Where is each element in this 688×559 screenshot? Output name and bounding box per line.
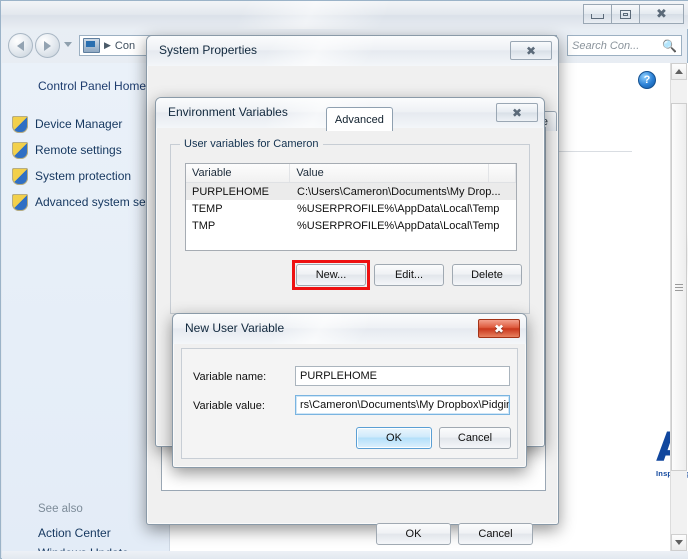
system-properties-title: System Properties <box>159 43 258 57</box>
back-button[interactable] <box>8 33 33 58</box>
scrollbar-grip-icon <box>675 283 683 291</box>
sidebar-item-label: System protection <box>35 169 132 183</box>
table-row[interactable]: PURPLEHOME C:\Users\Cameron\Documents\My… <box>186 183 516 200</box>
minimize-icon <box>591 14 604 19</box>
button-label: Cancel <box>478 528 513 540</box>
variable-name-input[interactable]: PURPLEHOME <box>295 366 510 386</box>
sidebar-item-control-panel-home[interactable]: Control Panel Home <box>38 79 146 93</box>
scroll-up-button[interactable] <box>671 63 687 80</box>
search-placeholder: Search Con... <box>572 39 640 52</box>
list-header-row: Variable Value <box>186 164 516 183</box>
button-label: Cancel <box>457 432 493 444</box>
history-dropdown-icon[interactable] <box>64 42 72 47</box>
variable-value-value: rs\Cameron\Documents\My Dropbox\Pidgin <box>300 399 510 411</box>
search-box[interactable]: Search Con... 🔍 <box>567 35 682 56</box>
cell-variable: TMP <box>192 219 216 232</box>
edit-variable-button[interactable]: Edit... <box>374 264 444 286</box>
breadcrumb-text: Con <box>114 39 136 52</box>
close-icon: ✖ <box>511 105 523 120</box>
environment-variables-close-button[interactable]: ✖ <box>496 103 538 122</box>
minimize-button[interactable] <box>583 4 612 24</box>
shield-icon <box>12 141 28 159</box>
new-user-variable-close-button[interactable]: ✖ <box>478 319 520 338</box>
system-properties-close-button[interactable]: ✖ <box>510 41 552 60</box>
help-icon[interactable]: ? <box>638 71 656 89</box>
new-user-variable-title: New User Variable <box>185 321 285 335</box>
button-label: OK <box>386 432 402 444</box>
button-label: Edit... <box>394 269 424 281</box>
button-label: OK <box>405 528 422 540</box>
new-user-variable-cancel-button[interactable]: Cancel <box>439 427 511 449</box>
new-user-variable-dialog: New User Variable ✖ Variable name: PURPL… <box>172 313 527 468</box>
column-header-spacer <box>489 164 516 182</box>
tab-advanced[interactable]: Advanced <box>325 107 393 131</box>
system-properties-cancel-button[interactable]: Cancel <box>458 523 533 545</box>
maximize-icon <box>620 9 631 19</box>
column-header-value[interactable]: Value <box>290 164 490 182</box>
environment-variables-title: Environment Variables <box>168 105 288 119</box>
user-variables-list[interactable]: Variable Value PURPLEHOME C:\Users\Camer… <box>185 163 517 251</box>
new-user-variable-ok-button[interactable]: OK <box>356 427 432 449</box>
back-arrow-icon <box>17 40 24 51</box>
cell-variable: TEMP <box>192 202 223 215</box>
variable-name-value: PURPLEHOME <box>300 370 378 382</box>
sidebar-item-label: Remote settings <box>35 143 122 157</box>
cell-value: C:\Users\Cameron\Documents\My Drop... <box>297 185 501 198</box>
variable-value-label: Variable value: <box>193 400 265 412</box>
shield-icon <box>12 115 28 133</box>
cell-variable: PURPLEHOME <box>192 185 270 198</box>
window-controls: ✖ <box>583 4 684 24</box>
maximize-button[interactable] <box>611 4 640 24</box>
status-bar <box>2 551 688 559</box>
scroll-down-arrow-icon <box>675 540 683 545</box>
shield-icon <box>12 193 28 211</box>
table-row[interactable]: TEMP %USERPROFILE%\AppData\Local\Temp <box>186 200 516 217</box>
search-icon: 🔍 <box>662 38 677 53</box>
vertical-scrollbar[interactable] <box>670 63 687 551</box>
close-icon: ✖ <box>493 321 505 336</box>
close-icon: ✖ <box>525 43 537 58</box>
cell-value: %USERPROFILE%\AppData\Local\Temp <box>297 202 500 215</box>
delete-variable-button[interactable]: Delete <box>452 264 522 286</box>
button-label: Delete <box>471 269 503 281</box>
control-panel-titlebar: ✖ <box>1 1 688 29</box>
screen: ✖ ▶ Con Search Con... 🔍 Control Panel Ho… <box>0 0 688 559</box>
forward-button[interactable] <box>35 33 60 58</box>
breadcrumb-separator-icon: ▶ <box>104 40 111 50</box>
new-variable-button[interactable]: New... <box>296 264 366 286</box>
variable-name-label: Variable name: <box>193 371 267 383</box>
computer-icon <box>83 38 100 53</box>
table-row[interactable]: TMP %USERPROFILE%\AppData\Local\Temp <box>186 217 516 234</box>
system-properties-ok-button[interactable]: OK <box>376 523 451 545</box>
button-label: New... <box>315 269 347 281</box>
sidebar: Control Panel Home Device Manager Remote… <box>2 63 174 559</box>
cell-value: %USERPROFILE%\AppData\Local\Temp <box>297 219 500 232</box>
nav-arrows <box>8 33 60 58</box>
see-also-heading: See also <box>38 503 83 515</box>
new-user-variable-titlebar: New User Variable ✖ <box>173 314 526 344</box>
column-header-variable[interactable]: Variable <box>186 164 291 182</box>
tab-label: Advanced <box>334 113 384 126</box>
variable-value-input[interactable]: rs\Cameron\Documents\My Dropbox\Pidgin <box>295 395 510 415</box>
close-button[interactable]: ✖ <box>639 4 684 24</box>
user-variables-group: User variables for Cameron Variable Valu… <box>170 138 530 314</box>
close-icon: ✖ <box>656 6 667 22</box>
new-user-variable-body: Variable name: PURPLEHOME Variable value… <box>173 344 526 467</box>
sidebar-item-label: Device Manager <box>35 117 123 131</box>
scroll-down-button[interactable] <box>671 534 687 551</box>
scroll-up-arrow-icon <box>675 69 683 74</box>
system-properties-titlebar: System Properties ✖ <box>147 36 558 66</box>
user-variables-group-title: User variables for Cameron <box>180 138 323 150</box>
forward-arrow-icon <box>44 40 51 51</box>
shield-icon <box>12 167 28 185</box>
scrollbar-thumb[interactable] <box>671 103 687 471</box>
see-also-item-action-center[interactable]: Action Center <box>38 523 188 543</box>
